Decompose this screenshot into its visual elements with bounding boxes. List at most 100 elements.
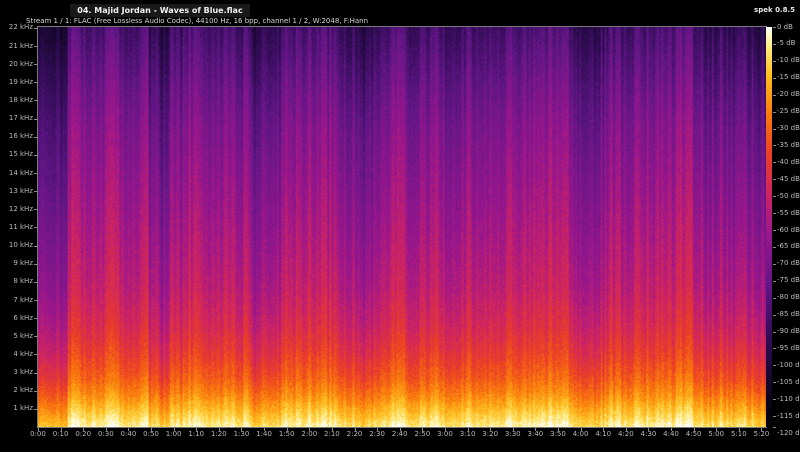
time-tick-label: 0:40 xyxy=(116,431,140,438)
freq-tick xyxy=(34,82,38,83)
db-tick xyxy=(773,247,776,248)
time-tick-label: 1:10 xyxy=(184,431,208,438)
freq-tick-label: 7 kHz xyxy=(2,297,33,304)
freq-tick-label: 13 kHz xyxy=(2,188,33,195)
db-tick xyxy=(773,416,776,417)
freq-tick-label: 8 kHz xyxy=(2,278,33,285)
freq-tick xyxy=(34,354,38,355)
freq-tick-label: 22 kHz xyxy=(2,24,33,31)
time-tick xyxy=(309,428,310,431)
time-tick xyxy=(377,428,378,431)
time-tick-label: 2:30 xyxy=(365,431,389,438)
db-tick xyxy=(773,298,776,299)
db-tick xyxy=(773,315,776,316)
db-tick-label: -65 dB xyxy=(777,243,800,250)
time-tick xyxy=(626,428,627,431)
db-tick-label: -115 dB xyxy=(777,413,800,420)
freq-tick-label: 11 kHz xyxy=(2,224,33,231)
time-tick-label: 3:40 xyxy=(523,431,547,438)
db-tick-label: -25 dB xyxy=(777,108,800,115)
time-tick-label: 1:40 xyxy=(252,431,276,438)
time-tick-label: 0:00 xyxy=(26,431,50,438)
freq-tick xyxy=(34,209,38,210)
db-color-scale xyxy=(766,27,772,427)
freq-tick-label: 3 kHz xyxy=(2,369,33,376)
db-tick xyxy=(773,95,776,96)
db-tick-label: -120 dB xyxy=(777,430,800,437)
time-tick xyxy=(581,428,582,431)
time-tick xyxy=(739,428,740,431)
db-tick-label: -105 dB xyxy=(777,379,800,386)
freq-tick-label: 2 kHz xyxy=(2,387,33,394)
time-tick-label: 3:20 xyxy=(478,431,502,438)
time-tick-label: 1:50 xyxy=(275,431,299,438)
time-tick xyxy=(603,428,604,431)
freq-tick xyxy=(34,227,38,228)
freq-tick xyxy=(34,137,38,138)
time-tick-label: 2:20 xyxy=(343,431,367,438)
db-tick xyxy=(773,332,776,333)
time-tick xyxy=(761,428,762,431)
freq-tick-label: 9 kHz xyxy=(2,260,33,267)
db-tick-label: -85 dB xyxy=(777,311,800,318)
time-tick xyxy=(400,428,401,431)
db-tick-label: -45 dB xyxy=(777,176,800,183)
db-tick-label: -35 dB xyxy=(777,142,800,149)
db-tick-label: -90 dB xyxy=(777,328,800,335)
time-tick-label: 2:50 xyxy=(410,431,434,438)
freq-tick xyxy=(34,282,38,283)
time-tick xyxy=(355,428,356,431)
db-tick xyxy=(773,78,776,79)
time-tick-label: 3:10 xyxy=(456,431,480,438)
freq-tick-label: 1 kHz xyxy=(2,405,33,412)
time-tick-label: 0:10 xyxy=(49,431,73,438)
db-tick xyxy=(773,179,776,180)
db-tick xyxy=(773,264,776,265)
time-tick xyxy=(513,428,514,431)
db-tick xyxy=(773,145,776,146)
time-tick xyxy=(468,428,469,431)
freq-tick-label: 4 kHz xyxy=(2,351,33,358)
freq-tick-label: 12 kHz xyxy=(2,206,33,213)
db-tick-label: -100 dB xyxy=(777,362,800,369)
time-tick-label: 4:30 xyxy=(636,431,660,438)
db-tick xyxy=(773,427,776,428)
db-tick-label: -55 dB xyxy=(777,210,800,217)
freq-tick-label: 5 kHz xyxy=(2,333,33,340)
db-tick-label: -75 dB xyxy=(777,277,800,284)
db-tick xyxy=(773,27,776,28)
db-tick xyxy=(773,196,776,197)
time-tick xyxy=(694,428,695,431)
db-tick-label: -110 dB xyxy=(777,396,800,403)
db-tick xyxy=(773,44,776,45)
db-tick-label: -60 dB xyxy=(777,227,800,234)
db-tick-label: -5 dB xyxy=(777,40,795,47)
freq-tick xyxy=(34,300,38,301)
freq-tick xyxy=(34,409,38,410)
db-tick-label: -80 dB xyxy=(777,294,800,301)
time-tick xyxy=(558,428,559,431)
freq-tick xyxy=(34,173,38,174)
time-tick xyxy=(287,428,288,431)
spek-window: 04. Majid Jordan - Waves of Blue.flac sp… xyxy=(0,0,800,452)
db-tick xyxy=(773,162,776,163)
time-tick-label: 4:10 xyxy=(591,431,615,438)
freq-tick xyxy=(34,64,38,65)
db-tick xyxy=(773,348,776,349)
freq-tick xyxy=(34,264,38,265)
time-tick xyxy=(648,428,649,431)
time-tick-label: 3:30 xyxy=(501,431,525,438)
time-tick-label: 2:10 xyxy=(320,431,344,438)
freq-tick xyxy=(34,373,38,374)
time-tick xyxy=(671,428,672,431)
time-tick-label: 0:50 xyxy=(139,431,163,438)
freq-tick xyxy=(34,391,38,392)
time-tick xyxy=(264,428,265,431)
freq-tick xyxy=(34,100,38,101)
spectrogram-plot xyxy=(37,26,767,428)
db-tick-label: -95 dB xyxy=(777,345,800,352)
time-tick-label: 4:40 xyxy=(659,431,683,438)
freq-tick xyxy=(34,191,38,192)
time-tick-label: 5:00 xyxy=(704,431,728,438)
db-tick-label: -30 dB xyxy=(777,125,800,132)
